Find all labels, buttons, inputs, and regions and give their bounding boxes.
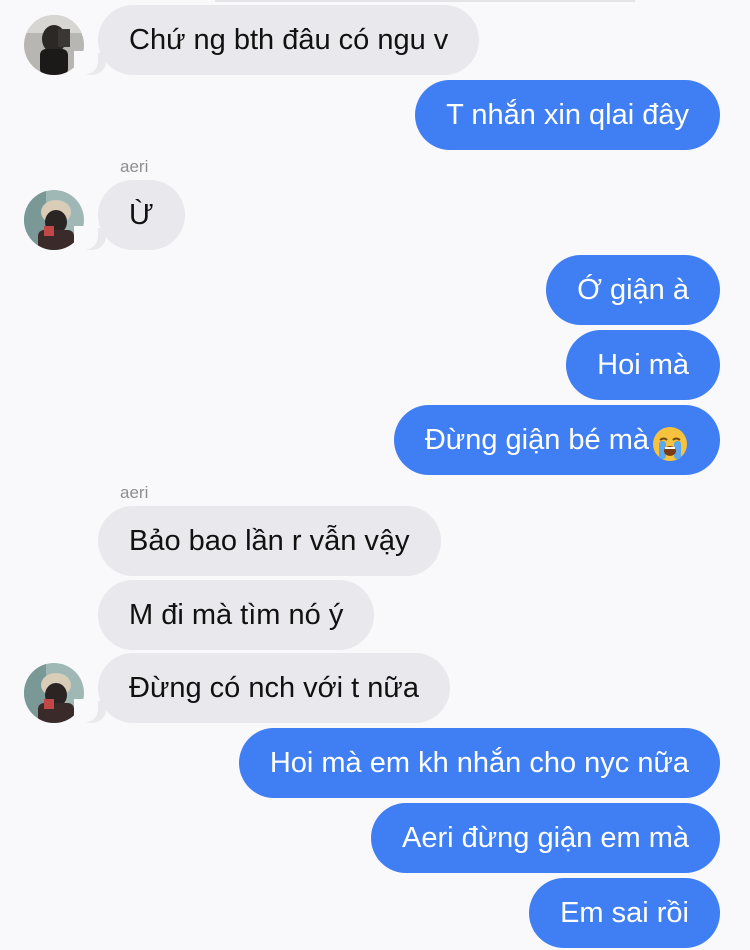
message-text: M đi mà tìm nó ý <box>129 599 344 631</box>
message-text: Chứ ng bth đâu có ngu v <box>129 24 449 56</box>
incoming-message-bubble[interactable]: Bảo bao lần r vẫn vậy <box>98 506 441 576</box>
message-text: Ớ giận à <box>577 274 689 306</box>
message-text: Đừng có nch với t nữa <box>129 672 419 704</box>
outgoing-message-bubble[interactable]: Ớ giận à <box>546 255 720 325</box>
outgoing-message-bubble[interactable]: Aeri đừng giận em mà <box>371 803 720 873</box>
incoming-message-bubble[interactable]: Ừ <box>98 180 185 250</box>
message-text: Hoi mà em kh nhắn cho nyc nữa <box>269 747 689 779</box>
sender-name: aeri <box>120 157 149 176</box>
message-text: Bảo bao lần r vẫn vậy <box>129 525 410 557</box>
outgoing-message-bubble[interactable]: Em sai rồi <box>529 878 720 948</box>
message-text: Ừ <box>129 199 154 231</box>
incoming-message-bubble[interactable]: M đi mà tìm nó ý <box>98 580 375 650</box>
message-text: Em sai rồi <box>560 897 689 929</box>
message-text: Hoi mà <box>597 349 689 381</box>
incoming-message-bubble[interactable]: Chứ ng bth đâu có ngu v <box>98 5 480 75</box>
outgoing-message-bubble[interactable]: Hoi mà em kh nhắn cho nyc nữa <box>238 728 720 798</box>
message-text: T nhắn xin qlai đây <box>446 99 689 131</box>
previous-bubble-edge <box>215 0 635 2</box>
message-text: Đừng giận bé mà <box>424 424 649 456</box>
outgoing-message-bubble[interactable]: Đừng giận bé mà <box>393 405 720 475</box>
message-text: Aeri đừng giận em mà <box>402 822 689 854</box>
sender-name: aeri <box>120 483 149 502</box>
outgoing-message-bubble[interactable]: Hoi mà <box>566 330 720 400</box>
loudly-crying-face-icon <box>651 419 689 462</box>
outgoing-message-bubble[interactable]: T nhắn xin qlai đây <box>415 80 720 150</box>
incoming-message-bubble[interactable]: Đừng có nch với t nữa <box>98 653 450 723</box>
